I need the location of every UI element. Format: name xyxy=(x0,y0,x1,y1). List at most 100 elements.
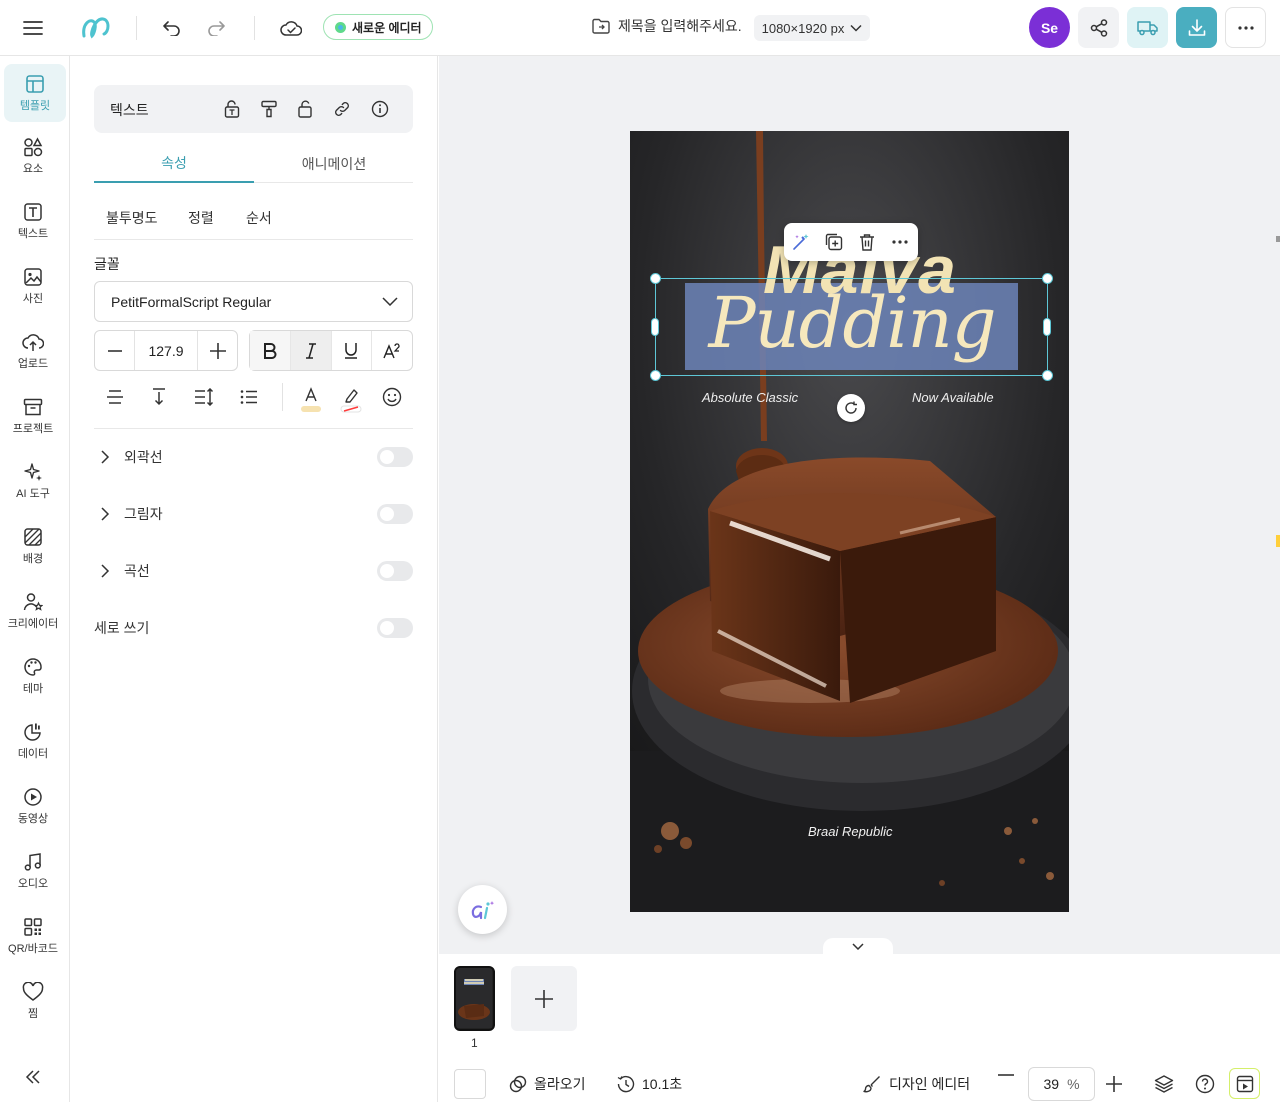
curve-toggle[interactable] xyxy=(377,561,413,581)
design-editor-button[interactable]: 디자인 에디터 xyxy=(863,1074,970,1094)
subtab-order[interactable]: 순서 xyxy=(246,208,272,228)
delivery-button[interactable] xyxy=(1127,7,1168,48)
project-icon xyxy=(23,398,43,415)
more-options-icon[interactable] xyxy=(889,231,911,253)
outline-toggle[interactable] xyxy=(377,447,413,467)
list-icon[interactable] xyxy=(238,386,260,408)
paint-roller-icon[interactable] xyxy=(258,98,280,120)
resize-handle[interactable] xyxy=(650,273,661,284)
subtab-opacity[interactable]: 불투명도 xyxy=(106,208,158,228)
cloud-save-icon[interactable] xyxy=(278,15,304,41)
folder-icon xyxy=(592,18,610,34)
resize-handle[interactable] xyxy=(651,318,659,336)
left-sidebar: 템플릿 요소 텍스트 사진 업로드 프로젝트 AI 도구 배경 크리에이터 테마… xyxy=(0,56,70,1102)
more-button[interactable] xyxy=(1225,7,1266,48)
truck-icon xyxy=(1136,20,1158,35)
brand-text[interactable]: Braai Republic xyxy=(808,824,893,839)
collapse-sidebar-icon[interactable] xyxy=(22,1066,44,1088)
resize-handle[interactable] xyxy=(1042,370,1053,381)
trash-icon[interactable] xyxy=(856,231,878,253)
letter-spacing-icon[interactable] xyxy=(193,386,215,408)
curve-label: 곡선 xyxy=(124,563,150,579)
document-title[interactable]: 제목을 입력해주세요. xyxy=(592,16,742,36)
canvas-size-dropdown[interactable]: 1080×1920 px xyxy=(754,15,870,41)
sidebar-item-label: QR/바코드 xyxy=(8,942,58,955)
ai-assistant-button[interactable] xyxy=(458,885,507,934)
shadow-row[interactable]: 그림자 xyxy=(94,499,413,529)
selection-box[interactable] xyxy=(655,278,1048,376)
duplicate-icon[interactable] xyxy=(823,231,845,253)
user-avatar[interactable]: Se xyxy=(1029,7,1070,48)
subtitle-left[interactable]: Absolute Classic xyxy=(702,390,798,405)
zoom-value: 39 xyxy=(1043,1076,1060,1092)
new-editor-badge[interactable]: 새로운 에디터 xyxy=(323,14,433,40)
page-thumbnail[interactable] xyxy=(454,966,495,1031)
background-color-swatch[interactable] xyxy=(454,1069,486,1099)
undo-icon[interactable] xyxy=(160,16,184,40)
sidebar-item-theme[interactable]: 테마 xyxy=(0,647,66,705)
font-family-dropdown[interactable]: PetitFormalScript Regular xyxy=(94,281,413,322)
text-color-button[interactable] xyxy=(299,384,323,414)
tab-properties[interactable]: 속성 xyxy=(94,144,254,183)
vertical-writing-toggle[interactable] xyxy=(377,618,413,638)
sidebar-item-background[interactable]: 배경 xyxy=(0,517,66,575)
shadow-toggle[interactable] xyxy=(377,504,413,524)
curve-row[interactable]: 곡선 xyxy=(94,556,413,586)
underline-button[interactable] xyxy=(332,331,373,370)
outline-row[interactable]: 외곽선 xyxy=(94,442,413,472)
unlock-icon[interactable] xyxy=(294,98,316,120)
subtab-align[interactable]: 정렬 xyxy=(188,208,214,228)
sidebar-item-favorites[interactable]: 찜 xyxy=(0,972,66,1030)
sidebar-item-qr[interactable]: QR/바코드 xyxy=(0,907,66,965)
sidebar-item-audio[interactable]: 오디오 xyxy=(0,842,66,900)
info-icon[interactable] xyxy=(369,98,391,120)
app-logo[interactable] xyxy=(78,12,114,42)
increase-size-button[interactable] xyxy=(197,331,237,370)
bold-button[interactable] xyxy=(250,331,291,370)
decrease-size-button[interactable] xyxy=(95,331,135,370)
add-page-button[interactable] xyxy=(511,966,577,1031)
resize-handle[interactable] xyxy=(650,370,661,381)
sidebar-item-creator[interactable]: 크리에이터 xyxy=(0,582,66,640)
duration-button[interactable]: 10.1초 xyxy=(617,1074,682,1094)
sidebar-item-ai-tools[interactable]: AI 도구 xyxy=(0,452,66,510)
sidebar-item-elements[interactable]: 요소 xyxy=(0,127,66,185)
sidebar-item-project[interactable]: 프로젝트 xyxy=(0,387,66,445)
preview-button[interactable] xyxy=(1229,1068,1260,1099)
subtitle-right[interactable]: Now Available xyxy=(912,390,994,405)
vertical-align-icon[interactable] xyxy=(148,386,170,408)
sidebar-item-upload[interactable]: 업로드 xyxy=(0,322,66,380)
highlight-color-button[interactable] xyxy=(339,384,363,414)
zoom-input[interactable]: 39 % xyxy=(1028,1067,1095,1101)
italic-button[interactable] xyxy=(290,331,332,370)
sidebar-item-data[interactable]: 데이터 xyxy=(0,712,66,770)
sidebar-item-photo[interactable]: 사진 xyxy=(0,257,66,315)
ai-magic-icon[interactable] xyxy=(790,231,812,253)
download-button[interactable] xyxy=(1176,7,1217,48)
help-icon[interactable] xyxy=(1194,1073,1216,1095)
share-button[interactable] xyxy=(1078,7,1119,48)
tab-animation[interactable]: 애니메이션 xyxy=(254,144,414,183)
emoji-icon[interactable] xyxy=(381,386,403,408)
superscript-button[interactable] xyxy=(372,331,412,370)
redo-icon[interactable] xyxy=(204,16,228,40)
pages-collapse-tab[interactable] xyxy=(823,938,893,954)
line-spacing-icon[interactable] xyxy=(104,386,126,408)
rotate-handle[interactable] xyxy=(837,394,865,422)
text-lock-icon[interactable] xyxy=(221,98,243,120)
layers-icon[interactable] xyxy=(1153,1073,1175,1095)
sidebar-item-text[interactable]: 텍스트 xyxy=(0,192,66,250)
font-size-input[interactable]: 127.9 xyxy=(135,331,197,370)
resize-handle[interactable] xyxy=(1043,318,1051,336)
sidebar-item-video[interactable]: 동영상 xyxy=(0,777,66,835)
resize-handle[interactable] xyxy=(1042,273,1053,284)
vertical-writing-row[interactable]: 세로 쓰기 xyxy=(94,613,413,643)
upload-publish-button[interactable]: 올라오기 xyxy=(509,1074,586,1094)
zoom-out-button[interactable] xyxy=(998,1074,1014,1076)
link-icon[interactable] xyxy=(331,98,353,120)
menu-icon[interactable] xyxy=(20,16,46,40)
zoom-in-button[interactable] xyxy=(1105,1075,1123,1093)
sidebar-item-template[interactable]: 템플릿 xyxy=(4,64,66,122)
element-header: 텍스트 xyxy=(94,85,413,133)
sidebar-item-label: 요소 xyxy=(22,162,44,175)
